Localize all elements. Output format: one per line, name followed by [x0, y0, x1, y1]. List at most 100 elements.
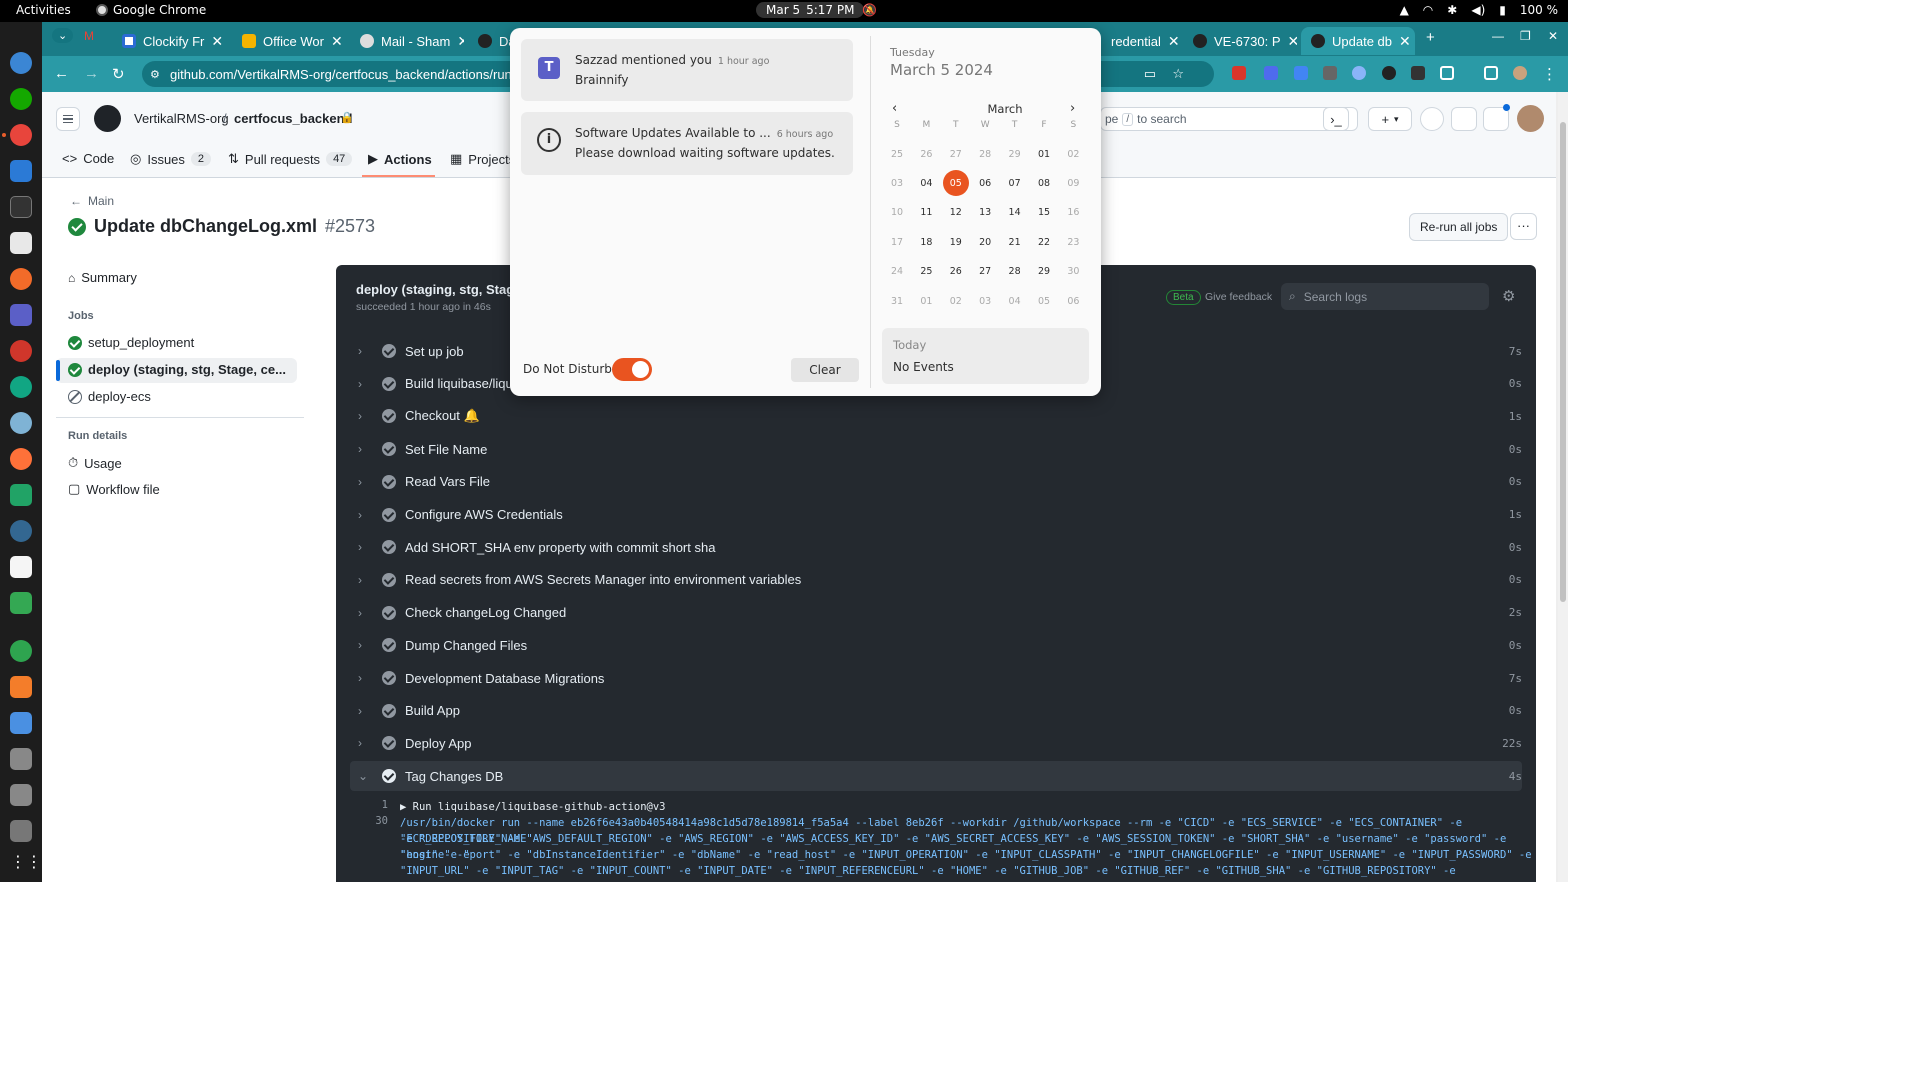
calendar-day[interactable]: 31 — [884, 288, 910, 314]
calendar-day[interactable]: 27 — [943, 141, 969, 167]
tab-clockify[interactable]: Clockify Fr ✕ — [112, 27, 226, 55]
job-step[interactable]: › Set File Name 0s — [350, 434, 1522, 464]
ubuntu-pro-icon[interactable] — [10, 340, 32, 362]
gitkraken-icon[interactable] — [10, 640, 32, 662]
notification-teams[interactable]: T Sazzad mentioned you 1 hour ago Brainni… — [521, 39, 853, 101]
package-icon[interactable] — [10, 676, 32, 698]
next-month-icon[interactable]: › — [1070, 101, 1075, 116]
thunderbird-icon[interactable] — [10, 52, 32, 74]
chrome-icon[interactable] — [10, 124, 32, 146]
app-menu[interactable]: Google Chrome — [96, 3, 206, 17]
job-step[interactable]: › Build App 0s — [350, 696, 1522, 726]
rerun-all-jobs-button[interactable]: Re-run all jobs — [1409, 213, 1509, 241]
calendar-day[interactable]: 20 — [972, 229, 998, 255]
calendar-day[interactable]: 01 — [1031, 141, 1057, 167]
log-settings-gear-icon[interactable]: ⚙ — [1502, 287, 1515, 305]
job-step[interactable]: › Check changeLog Changed 2s — [350, 598, 1522, 628]
calendar-day[interactable]: 28 — [972, 141, 998, 167]
clear-notifications-button[interactable]: Clear — [791, 358, 859, 382]
close-icon[interactable]: ✕ — [1399, 33, 1411, 50]
calendar-day[interactable]: 21 — [1002, 229, 1028, 255]
chrome-menu-icon[interactable]: ⋮ — [1542, 65, 1557, 83]
command-palette-icon[interactable]: ›_ — [1323, 107, 1349, 131]
calendar-day[interactable]: 12 — [943, 200, 969, 226]
terminal-icon[interactable] — [10, 196, 32, 218]
pull-requests-icon[interactable] — [1451, 107, 1477, 131]
calendar-date[interactable]: March 5 2024 — [890, 61, 993, 79]
tab-credentials[interactable]: redential ✕ — [1101, 27, 1181, 55]
profile-avatar[interactable] — [1513, 66, 1527, 80]
chat-icon[interactable] — [10, 592, 32, 614]
pen-icon[interactable] — [1411, 66, 1425, 80]
tab-mail[interactable]: Mail - Sham ✕ — [350, 27, 464, 55]
calendar-day[interactable]: 24 — [884, 259, 910, 285]
give-feedback-link[interactable]: Give feedback — [1205, 291, 1272, 303]
calendar-day[interactable]: 02 — [943, 288, 969, 314]
tab-update-db[interactable]: Update db ✕ — [1301, 27, 1415, 55]
install-icon[interactable]: ▭ — [1144, 66, 1156, 82]
calendar-day[interactable]: 25 — [913, 259, 939, 285]
calendar-day[interactable]: 19 — [943, 229, 969, 255]
more-options-icon[interactable]: ··· — [1510, 213, 1537, 240]
calendar-day[interactable]: 22 — [1031, 229, 1057, 255]
job-step[interactable]: › Read secrets from AWS Secrets Manager i… — [350, 565, 1522, 595]
github-logo-icon[interactable] — [94, 105, 121, 132]
create-new-button[interactable]: + ▾ — [1368, 107, 1412, 131]
extension-circle-icon[interactable] — [1352, 66, 1366, 80]
hamburger-menu-icon[interactable] — [56, 107, 80, 131]
site-info-icon[interactable]: ⚙ — [150, 68, 160, 81]
nav-code[interactable]: <> Code — [62, 151, 114, 166]
calendar-day[interactable]: 11 — [913, 200, 939, 226]
drive-icon-2[interactable] — [10, 784, 32, 806]
events-section[interactable]: Today No Events — [882, 328, 1089, 384]
extension-f-icon[interactable] — [1323, 66, 1337, 80]
side-panel-icon[interactable] — [1484, 66, 1498, 80]
drive-icon[interactable] — [10, 748, 32, 770]
calendar-day[interactable]: 27 — [972, 259, 998, 285]
postman-icon[interactable] — [10, 268, 32, 290]
page-scrollbar[interactable] — [1558, 92, 1568, 882]
calendar-day[interactable]: 30 — [1060, 259, 1086, 285]
calendar-day[interactable]: 17 — [884, 229, 910, 255]
bookmark-star-icon[interactable]: ☆ — [1172, 66, 1184, 82]
calendar-day[interactable]: 02 — [1060, 141, 1086, 167]
tab-ve-6730[interactable]: VE-6730: P ✕ — [1183, 27, 1297, 55]
calendar-day[interactable]: 23 — [1060, 229, 1086, 255]
calendar-day[interactable]: 04 — [1002, 288, 1028, 314]
org-link[interactable]: VertikalRMS-org — [134, 111, 229, 126]
job-step[interactable]: › Configure AWS Credentials 1s — [350, 500, 1522, 530]
calendar-day[interactable]: 16 — [1060, 200, 1086, 226]
job-step[interactable]: › Add SHORT_SHA env property with commit … — [350, 532, 1522, 562]
calendar-day[interactable]: 14 — [1002, 200, 1028, 226]
network-tool-icon[interactable] — [10, 412, 32, 434]
extensions-puzzle-icon[interactable] — [1440, 66, 1454, 80]
close-icon[interactable]: ✕ — [211, 33, 223, 50]
calendar-day[interactable]: 07 — [1002, 170, 1028, 196]
clock-button[interactable]: Mar 5 5:17 PM — [756, 2, 865, 18]
calendar-day[interactable]: 18 — [913, 229, 939, 255]
repo-link[interactable]: certfocus_backend — [234, 111, 353, 126]
tab-office[interactable]: Office Wor ✕ — [232, 27, 346, 55]
close-icon[interactable]: ✕ — [457, 33, 464, 50]
gmail-icon[interactable]: M — [84, 29, 94, 43]
calendar-day[interactable]: 26 — [943, 259, 969, 285]
tab-search-icon[interactable]: ⌄ — [52, 28, 74, 43]
activities-button[interactable]: Activities — [16, 3, 71, 17]
system-tray[interactable]: ▲ ◠ ✱ ◀) ▮ 100 % — [1400, 3, 1558, 17]
vscode-icon[interactable] — [10, 160, 32, 182]
global-search-input[interactable]: pe / to search — [1100, 107, 1358, 131]
scrollbar-thumb[interactable] — [1560, 122, 1566, 602]
nav-projects[interactable]: ▦ Projects — [450, 151, 515, 167]
usage-link[interactable]: ⏱ Usage — [68, 455, 122, 471]
issues-icon[interactable] — [1420, 107, 1444, 131]
nav-issues[interactable]: ◎ Issues 2 — [130, 151, 212, 167]
back-icon[interactable]: ← — [54, 65, 69, 82]
calendar-day[interactable]: 26 — [913, 141, 939, 167]
calendar-day[interactable]: 05 — [942, 170, 969, 197]
firefox-icon[interactable] — [10, 448, 32, 470]
app-grid-icon[interactable]: ⋮⋮ — [10, 852, 42, 874]
close-icon[interactable]: ✕ — [1288, 33, 1298, 50]
job-step[interactable]: › Dump Changed Files 0s — [350, 630, 1522, 660]
mongodb-icon[interactable] — [10, 376, 32, 398]
do-not-disturb-toggle[interactable] — [612, 358, 652, 381]
